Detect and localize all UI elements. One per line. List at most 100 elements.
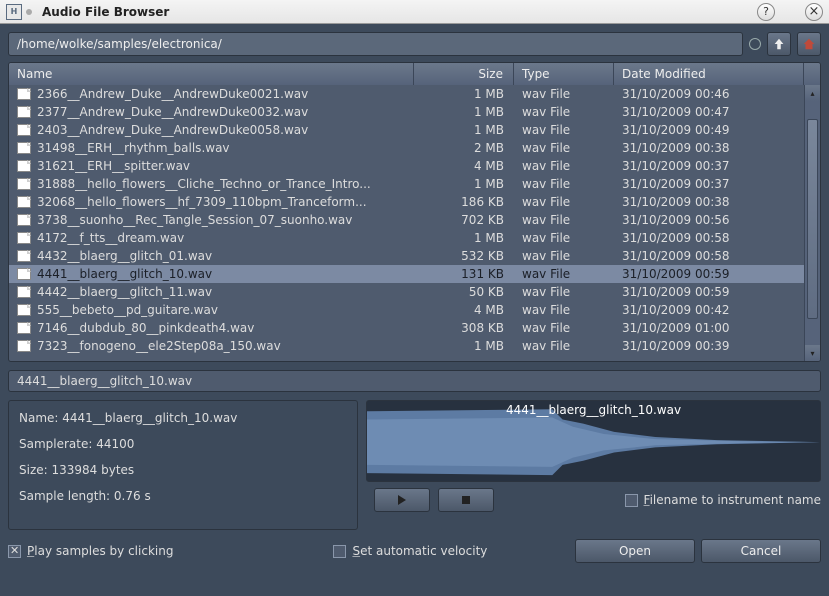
cell-type: wav File xyxy=(514,339,614,353)
waveform-title: 4441__blaerg__glitch_10.wav xyxy=(367,403,820,417)
cell-size: 1 MB xyxy=(414,87,514,101)
play-by-clicking-checkbox[interactable]: Play samples by clicking xyxy=(8,544,173,558)
checkbox-icon[interactable] xyxy=(625,494,638,507)
file-icon xyxy=(17,88,31,100)
cell-type: wav File xyxy=(514,105,614,119)
column-header-name[interactable]: Name xyxy=(9,63,414,85)
cell-name: 31888__hello_flowers__Cliche_Techno_or_T… xyxy=(9,177,414,191)
checkbox-icon[interactable] xyxy=(333,545,346,558)
file-icon xyxy=(17,340,31,352)
cell-size: 4 MB xyxy=(414,159,514,173)
column-header-date[interactable]: Date Modified xyxy=(614,63,804,85)
file-icon xyxy=(17,124,31,136)
cell-type: wav File xyxy=(514,159,614,173)
cell-date: 31/10/2009 00:38 xyxy=(614,195,804,209)
table-row[interactable]: 31498__ERH__rhythm_balls.wav2 MBwav File… xyxy=(9,139,804,157)
path-row xyxy=(8,32,821,56)
table-row[interactable]: 4442__blaerg__glitch_11.wav50 KBwav File… xyxy=(9,283,804,301)
cell-size: 186 KB xyxy=(414,195,514,209)
play-button[interactable] xyxy=(374,488,430,512)
file-icon xyxy=(17,142,31,154)
titlebar-separator xyxy=(26,9,32,15)
cell-name: 4432__blaerg__glitch_01.wav xyxy=(9,249,414,263)
file-icon xyxy=(17,196,31,208)
cell-size: 1 MB xyxy=(414,177,514,191)
cell-name: 31498__ERH__rhythm_balls.wav xyxy=(9,141,414,155)
checkbox-icon[interactable] xyxy=(8,545,21,558)
cell-size: 4 MB xyxy=(414,303,514,317)
cell-type: wav File xyxy=(514,87,614,101)
cell-name: 3738__suonho__Rec_Tangle_Session_07_suon… xyxy=(9,213,414,227)
table-header: Name Size Type Date Modified xyxy=(9,63,820,85)
file-icon xyxy=(17,106,31,118)
parent-folder-button[interactable] xyxy=(767,32,791,56)
path-input[interactable] xyxy=(8,32,743,56)
cell-size: 308 KB xyxy=(414,321,514,335)
cell-type: wav File xyxy=(514,177,614,191)
table-row[interactable]: 7323__fonogeno__ele2Step08a_150.wav1 MBw… xyxy=(9,337,804,355)
cell-date: 31/10/2009 00:46 xyxy=(614,87,804,101)
cancel-button[interactable]: Cancel xyxy=(701,539,821,563)
cell-size: 1 MB xyxy=(414,123,514,137)
info-samplerate: Samplerate: 44100 xyxy=(19,437,347,451)
cell-name: 4441__blaerg__glitch_10.wav xyxy=(9,267,414,281)
window-titlebar: H Audio File Browser ? × xyxy=(0,0,829,24)
cell-type: wav File xyxy=(514,267,614,281)
table-row[interactable]: 31888__hello_flowers__Cliche_Techno_or_T… xyxy=(9,175,804,193)
table-row[interactable]: 2377__Andrew_Duke__AndrewDuke0032.wav1 M… xyxy=(9,103,804,121)
open-button[interactable]: Open xyxy=(575,539,695,563)
table-row[interactable]: 31621__ERH__spitter.wav4 MBwav File31/10… xyxy=(9,157,804,175)
scroll-up-button[interactable]: ▴ xyxy=(805,85,820,101)
close-button[interactable]: × xyxy=(805,3,823,21)
home-button[interactable] xyxy=(797,32,821,56)
table-row[interactable]: 3738__suonho__Rec_Tangle_Session_07_suon… xyxy=(9,211,804,229)
file-table: Name Size Type Date Modified 2366__Andre… xyxy=(8,62,821,362)
table-row[interactable]: 2403__Andrew_Duke__AndrewDuke0058.wav1 M… xyxy=(9,121,804,139)
table-body: 2366__Andrew_Duke__AndrewDuke0021.wav1 M… xyxy=(9,85,804,361)
filename-to-instrument-checkbox[interactable]: Filename to instrument name xyxy=(625,493,821,507)
cell-size: 532 KB xyxy=(414,249,514,263)
cell-name: 2403__Andrew_Duke__AndrewDuke0058.wav xyxy=(9,123,414,137)
cell-size: 2 MB xyxy=(414,141,514,155)
cell-type: wav File xyxy=(514,141,614,155)
scroll-down-button[interactable]: ▾ xyxy=(805,345,820,361)
cell-type: wav File xyxy=(514,195,614,209)
table-row[interactable]: 4432__blaerg__glitch_01.wav532 KBwav Fil… xyxy=(9,247,804,265)
cell-date: 31/10/2009 00:59 xyxy=(614,267,804,281)
scroll-track[interactable] xyxy=(805,101,820,345)
file-icon xyxy=(17,268,31,280)
selected-filename-bar: 4441__blaerg__glitch_10.wav xyxy=(8,370,821,392)
cell-type: wav File xyxy=(514,249,614,263)
table-row[interactable]: 2366__Andrew_Duke__AndrewDuke0021.wav1 M… xyxy=(9,85,804,103)
stop-button[interactable] xyxy=(438,488,494,512)
file-icon xyxy=(17,250,31,262)
info-size: Size: 133984 bytes xyxy=(19,463,347,477)
file-icon xyxy=(17,322,31,334)
cell-type: wav File xyxy=(514,213,614,227)
table-row[interactable]: 4172__f_tts__dream.wav1 MBwav File31/10/… xyxy=(9,229,804,247)
set-automatic-velocity-checkbox[interactable]: Set automatic velocity xyxy=(333,544,487,558)
cell-date: 31/10/2009 00:39 xyxy=(614,339,804,353)
table-row[interactable]: 7146__dubdub_80__pinkdeath4.wav308 KBwav… xyxy=(9,319,804,337)
cell-date: 31/10/2009 00:37 xyxy=(614,177,804,191)
file-icon xyxy=(17,214,31,226)
cell-size: 702 KB xyxy=(414,213,514,227)
table-row[interactable]: 4441__blaerg__glitch_10.wav131 KBwav Fil… xyxy=(9,265,804,283)
app-icon: H xyxy=(6,4,22,20)
table-row[interactable]: 32068__hello_flowers__hf_7309_110bpm_Tra… xyxy=(9,193,804,211)
cell-size: 1 MB xyxy=(414,339,514,353)
cell-type: wav File xyxy=(514,231,614,245)
file-icon xyxy=(17,232,31,244)
cell-date: 31/10/2009 00:56 xyxy=(614,213,804,227)
help-button[interactable]: ? xyxy=(757,3,775,21)
scroll-thumb[interactable] xyxy=(807,119,818,319)
table-row[interactable]: 555__bebeto__pd_guitare.wav4 MBwav File3… xyxy=(9,301,804,319)
cell-date: 31/10/2009 00:58 xyxy=(614,249,804,263)
cell-name: 555__bebeto__pd_guitare.wav xyxy=(9,303,414,317)
vertical-scrollbar[interactable]: ▴ ▾ xyxy=(804,85,820,361)
column-header-type[interactable]: Type xyxy=(514,63,614,85)
cell-date: 31/10/2009 00:59 xyxy=(614,285,804,299)
column-header-size[interactable]: Size xyxy=(414,63,514,85)
cell-name: 7323__fonogeno__ele2Step08a_150.wav xyxy=(9,339,414,353)
info-name: Name: 4441__blaerg__glitch_10.wav xyxy=(19,411,347,425)
